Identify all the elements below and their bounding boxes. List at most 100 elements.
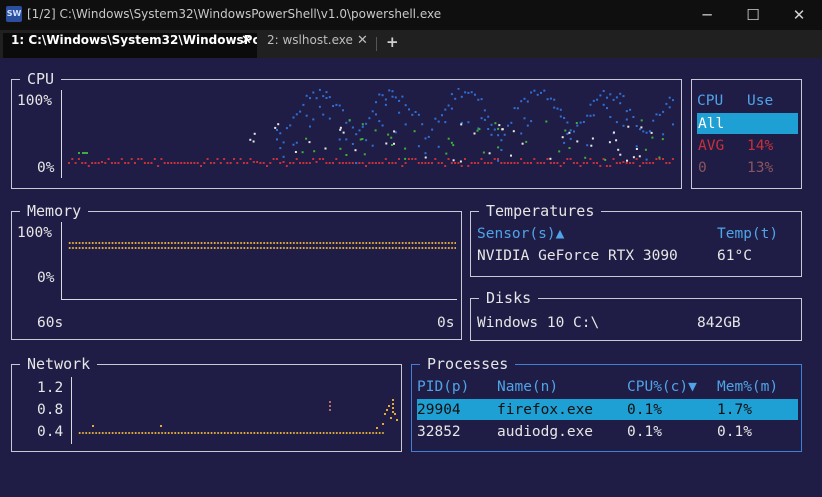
graph-dot: [566, 121, 569, 124]
graph-dot: [606, 96, 608, 99]
graph-dot: [140, 158, 143, 160]
tab-wslhost[interactable]: 2: wslhost.exe ✕: [259, 33, 373, 58]
graph-dot: [437, 162, 440, 164]
graph-dot: [282, 141, 285, 144]
graph-dot: [338, 138, 341, 141]
disk-name: Windows 10 C:\: [477, 315, 600, 331]
graph-dot: [556, 162, 559, 164]
graph-dot: [632, 162, 635, 164]
graph-dot: [582, 121, 585, 123]
graph-dot: [413, 130, 416, 133]
cpu-row-use: 14%: [747, 138, 774, 154]
graph-dot: [384, 98, 387, 101]
graph-dot: [393, 130, 396, 133]
graph-dot: [512, 130, 515, 133]
graph-dot: [635, 148, 638, 150]
cpu-y-axis: [61, 90, 62, 178]
temp-header-temp[interactable]: Temp(t): [717, 225, 778, 243]
graph-dot: [576, 140, 579, 143]
process-pid: 29904: [417, 402, 461, 418]
proc-header-pid[interactable]: PID(p): [417, 378, 469, 396]
app-icon: SW: [6, 6, 22, 22]
new-tab-button[interactable]: +: [386, 33, 399, 51]
graph-dot: [392, 407, 394, 409]
graph-dot: [124, 162, 127, 164]
graph-dot: [487, 162, 490, 164]
memory-y-axis: [61, 222, 62, 300]
graph-dot: [153, 158, 156, 160]
graph-dot: [365, 122, 368, 125]
graph-dot: [525, 140, 528, 143]
graph-dot: [308, 162, 311, 164]
graph-dot: [404, 104, 407, 107]
tab-close-icon[interactable]: ✕: [241, 33, 252, 48]
tab-powershell[interactable]: 1: C:\Windows\System32\WindowsPow ✕: [3, 33, 257, 58]
graph-dot: [137, 158, 140, 160]
graph-dot: [233, 158, 235, 160]
process-pid: 32852: [417, 424, 461, 440]
graph-dot: [193, 162, 196, 164]
graph-dot: [396, 419, 398, 421]
graph-dot: [134, 162, 136, 164]
graph-dot: [84, 162, 87, 164]
graph-dot: [71, 158, 74, 160]
graph-dot: [645, 162, 648, 164]
graph-dot: [345, 138, 348, 141]
graph-dot: [229, 162, 232, 164]
graph-dot: [452, 159, 455, 162]
network-panel: Network 1.2 0.8 0.4: [11, 355, 402, 452]
graph-dot: [275, 158, 278, 160]
graph-dot: [500, 139, 503, 142]
graph-dot: [150, 162, 153, 164]
graph-dot: [190, 162, 193, 164]
graph-dot: [483, 162, 486, 164]
temp-header-sensor[interactable]: Sensor(s)▲: [477, 225, 564, 243]
graph-dot: [612, 158, 615, 160]
graph-dot: [589, 158, 592, 160]
graph-dot: [392, 399, 394, 401]
graph-dot: [285, 165, 288, 167]
maximize-button[interactable]: ☐: [730, 0, 776, 30]
cpu-row-name: All: [698, 116, 725, 132]
graph-dot: [147, 162, 150, 164]
graph-dot: [480, 117, 483, 120]
graph-dot: [638, 155, 641, 158]
graph-dot: [564, 129, 567, 132]
graph-dot: [328, 117, 331, 120]
tab-close-icon[interactable]: ✕: [357, 33, 368, 48]
graph-dot: [671, 158, 674, 160]
proc-header-mem[interactable]: Mem%(m): [717, 378, 778, 396]
process-cpu: 0.1%: [627, 402, 662, 418]
graph-dot: [596, 98, 599, 101]
graph-dot: [365, 165, 367, 167]
graph-dot: [252, 161, 255, 163]
graph-dot: [385, 142, 388, 145]
proc-header-name[interactable]: Name(n): [497, 378, 558, 396]
graph-dot: [516, 162, 519, 164]
graph-dot: [81, 162, 84, 164]
graph-dot: [523, 117, 526, 120]
graph-dot: [292, 162, 295, 164]
graph-dot: [490, 133, 493, 136]
graph-dot: [339, 128, 342, 131]
graph-dot: [313, 150, 316, 153]
minimize-button[interactable]: ─: [684, 0, 730, 30]
graph-dot: [431, 162, 433, 164]
graph-dot: [608, 141, 611, 144]
graph-dot: [329, 401, 331, 403]
graph-dot: [295, 158, 298, 160]
proc-header-cpu[interactable]: CPU%(c)▼: [627, 378, 697, 396]
graph-dot: [427, 162, 430, 164]
graph-dot: [500, 149, 503, 151]
graph-dot: [371, 144, 374, 147]
graph-dot: [110, 162, 113, 164]
graph-dot: [513, 162, 516, 164]
graph-dot: [338, 162, 341, 164]
graph-dot: [279, 132, 282, 135]
close-button[interactable]: ✕: [776, 0, 822, 30]
graph-dot: [309, 125, 311, 128]
graph-dot: [387, 133, 390, 136]
graph-dot: [279, 147, 282, 150]
graph-dot: [523, 162, 526, 164]
graph-dot: [361, 125, 364, 128]
